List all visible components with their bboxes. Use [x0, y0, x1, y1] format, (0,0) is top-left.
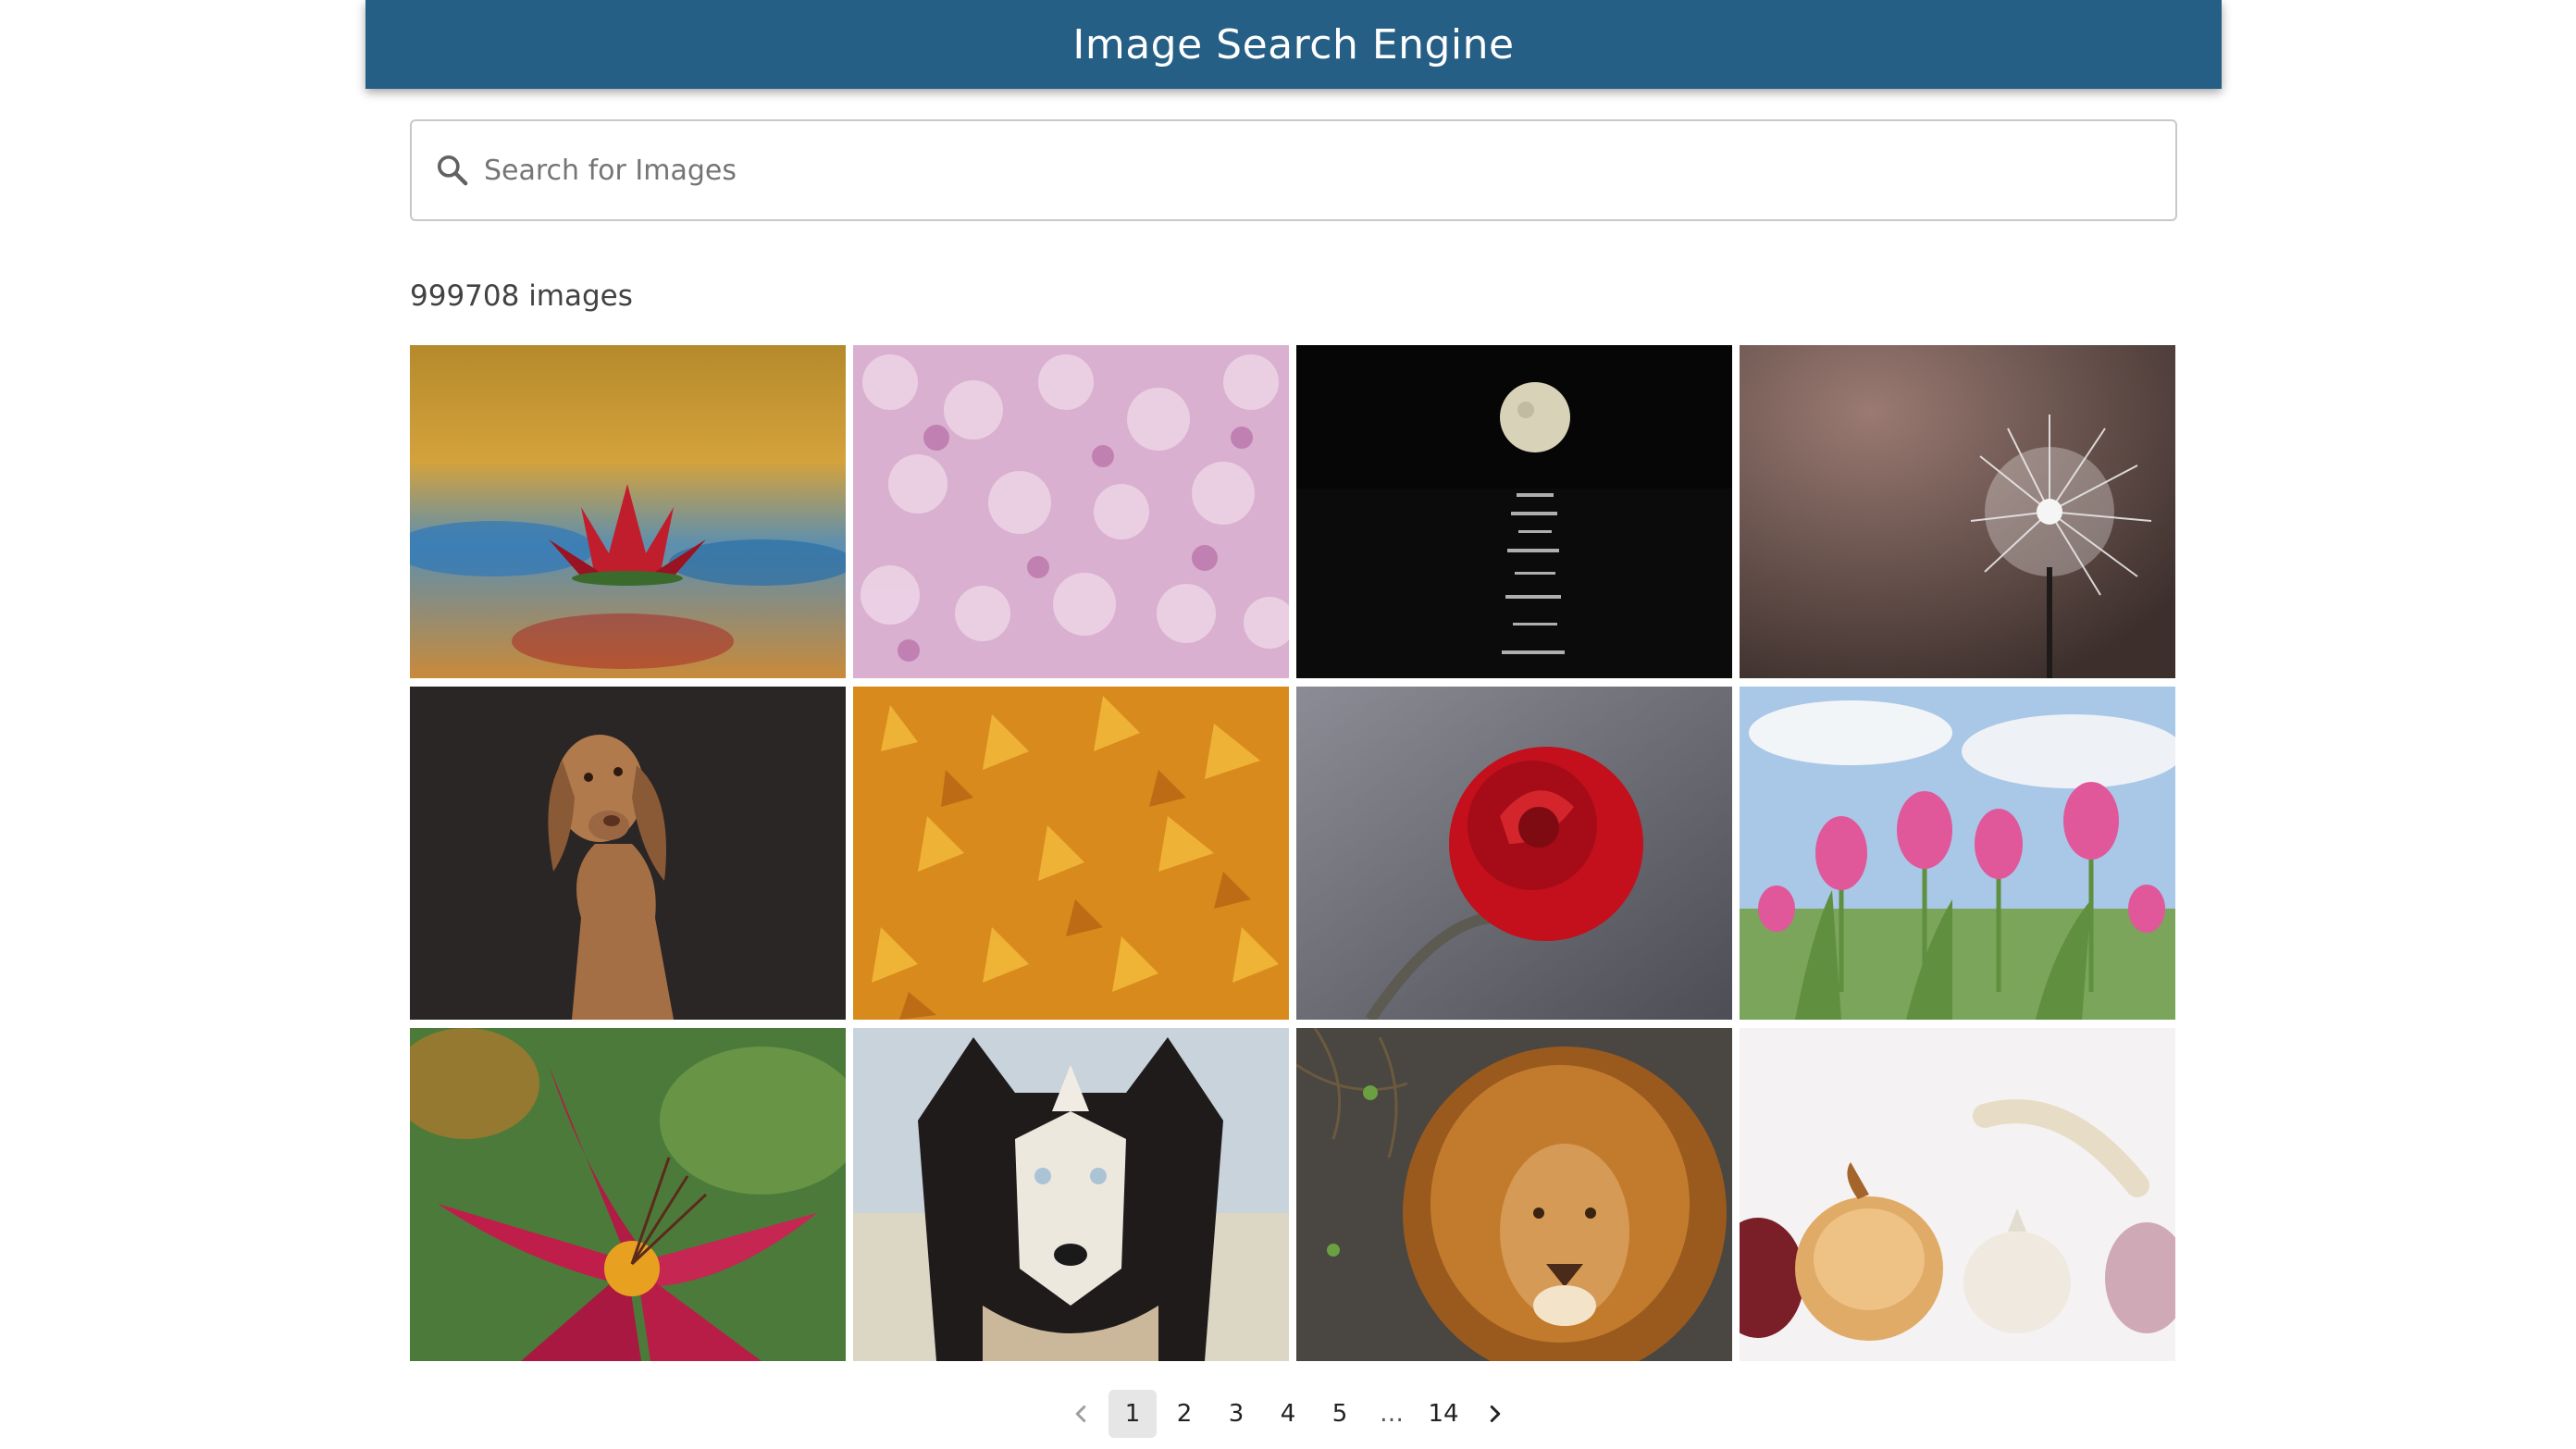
- page-button-4[interactable]: 4: [1264, 1390, 1312, 1438]
- result-count: 999708 images: [410, 279, 633, 313]
- image-tile-dandelion[interactable]: [1740, 345, 2175, 678]
- image-tile-moon[interactable]: [1296, 345, 1732, 678]
- page-button-1[interactable]: 1: [1108, 1390, 1157, 1438]
- image-tile-red-lily[interactable]: [410, 1028, 846, 1361]
- image-tile-lion[interactable]: [1296, 1028, 1732, 1361]
- chevron-right-icon: [1490, 1406, 1501, 1422]
- search-input[interactable]: [482, 142, 2175, 199]
- next-page-button[interactable]: [1471, 1390, 1519, 1438]
- image-tile-red-rose[interactable]: [1296, 687, 1732, 1020]
- image-tile-autumn-leaves[interactable]: [853, 687, 1289, 1020]
- image-grid: [410, 345, 2177, 1361]
- prev-page-button[interactable]: [1057, 1390, 1105, 1438]
- page-button-14[interactable]: 14: [1419, 1390, 1468, 1438]
- image-tile-hydrangea[interactable]: [853, 345, 1289, 678]
- image-tile-tulips[interactable]: [1740, 687, 2175, 1020]
- page-button-2[interactable]: 2: [1160, 1390, 1208, 1438]
- image-tile-vizsla-dog[interactable]: [410, 687, 846, 1020]
- image-tile-husky[interactable]: [853, 1028, 1289, 1361]
- app: Image Search Engine 999708 images: [0, 0, 2576, 1449]
- page-ellipsis: …: [1380, 1400, 1404, 1428]
- app-title: Image Search Engine: [1072, 20, 1515, 68]
- chevron-left-icon: [1075, 1406, 1086, 1422]
- pagination: 1 2 3 4 5 … 14: [0, 1390, 2576, 1438]
- image-tile-water-lily[interactable]: [410, 345, 846, 678]
- image-tile-onion-garlic[interactable]: [1740, 1028, 2175, 1361]
- app-header: Image Search Engine: [365, 0, 2222, 89]
- page-button-3[interactable]: 3: [1212, 1390, 1260, 1438]
- search-box[interactable]: [410, 119, 2177, 221]
- search-icon: [432, 150, 473, 191]
- page-button-5[interactable]: 5: [1316, 1390, 1364, 1438]
